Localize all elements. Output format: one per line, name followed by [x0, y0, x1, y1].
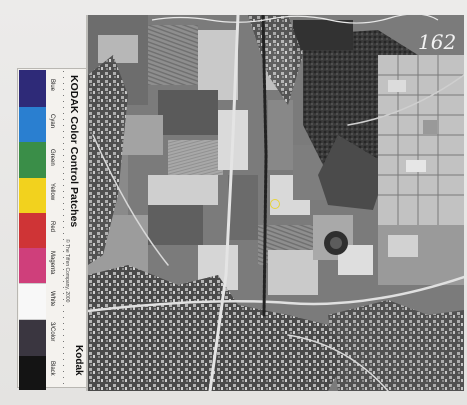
kodak-color-control-strip: Blue Cyan Green Yellow Red Magenta White…	[17, 68, 87, 390]
frame-number-label: 162	[418, 30, 457, 54]
kodak-strip-title: KODAK Color Control Patches	[68, 75, 80, 228]
patch-label-yellow: Yellow	[49, 183, 55, 201]
color-patch-green	[19, 142, 46, 178]
patch-label-green: Green	[49, 149, 55, 166]
kodak-fine-print: © The Tiffen Company, 2000	[64, 239, 70, 303]
color-patch-yellow	[19, 178, 46, 213]
color-patch-3color	[19, 320, 46, 356]
patch-label-black: Black	[49, 361, 55, 376]
patch-label-blue: Blue	[49, 79, 55, 92]
patch-label-3color: 3/Color	[49, 322, 55, 342]
color-patch-white	[19, 283, 46, 320]
patch-label-red: Red	[49, 221, 55, 233]
patch-label-cyan: Cyan	[49, 114, 55, 129]
color-patch-red	[19, 213, 46, 248]
patch-label-white: White	[49, 291, 55, 307]
color-patch-black	[19, 356, 46, 390]
color-patch-magenta	[19, 248, 46, 283]
strip-ruler	[63, 71, 64, 387]
patch-label-magenta: Magenta	[49, 251, 55, 275]
parcel-grid-east	[378, 55, 464, 285]
color-patch-cyan	[19, 107, 46, 142]
color-patches	[19, 70, 46, 390]
location-marker	[270, 199, 280, 209]
color-patch-blue	[19, 70, 46, 107]
edge-handwritten-annotation	[151, 14, 439, 24]
kodak-logo: Kodak	[73, 345, 84, 376]
circular-compound	[324, 231, 348, 255]
